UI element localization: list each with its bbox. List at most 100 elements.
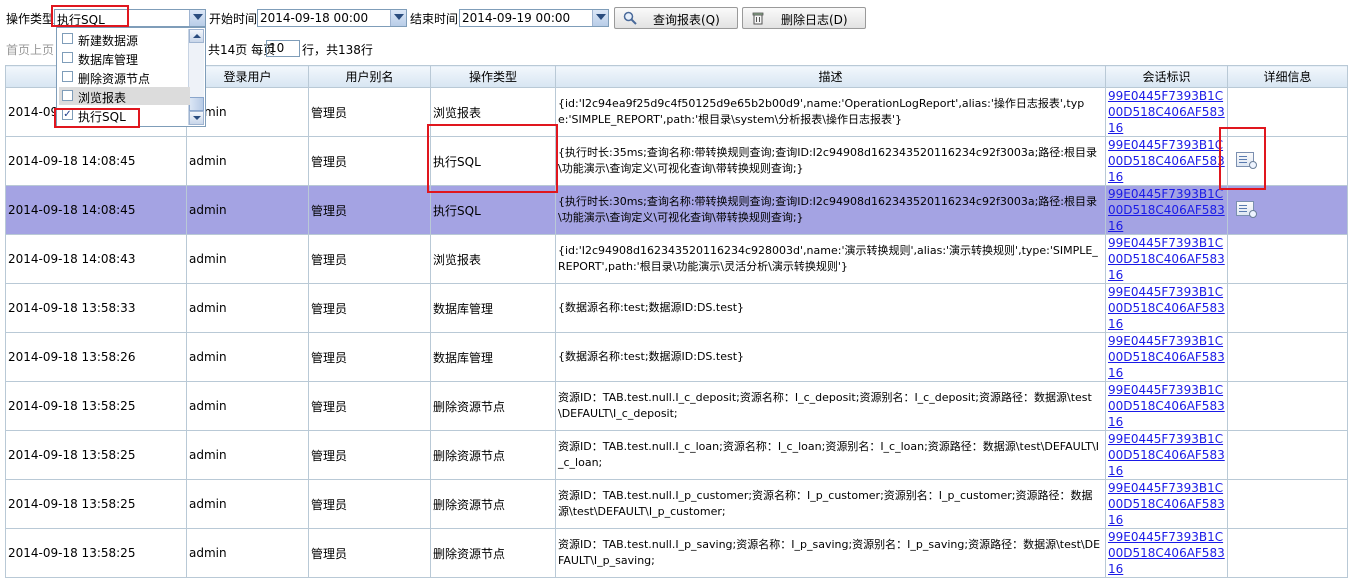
checkbox-icon[interactable] (62, 52, 73, 63)
session-id-link[interactable]: 99E0445F7393B1C00D518C406AF58316 (1105, 430, 1228, 480)
dropdown-item[interactable]: 浏览报表 (59, 87, 190, 105)
start-time-field[interactable]: 2014-09-18 00:00 (257, 9, 407, 27)
dropdown-scrollbar[interactable] (188, 29, 204, 125)
dropdown-item-label: 删除资源节点 (78, 72, 151, 86)
user-alias-cell: 管理员 (308, 528, 431, 578)
user-alias-cell: 管理员 (308, 185, 431, 235)
login-user-cell: admin (186, 332, 309, 382)
session-id-link[interactable]: 99E0445F7393B1C00D518C406AF58316 (1105, 283, 1228, 333)
table-row[interactable]: 2014-09-18 14:08:43 admin 管理员 浏览报表 {id:'I2c9… (5, 234, 1348, 284)
table-row[interactable]: 2014-09-18 13:58:25 admin 管理员 删除资源节点 资源ID：TA… (5, 430, 1348, 480)
op-type-cell: 删除资源节点 (430, 381, 556, 431)
dropdown-item[interactable]: 新建数据源 (59, 30, 190, 48)
chevron-down-icon[interactable] (592, 10, 608, 26)
user-alias-cell: 管理员 (308, 381, 431, 431)
op-type-cell: 数据库管理 (430, 283, 556, 333)
table-header-row: 时间 登录用户 用户别名 操作类型 描述 会话标识 详细信息 (5, 65, 1348, 88)
log-table: 时间 登录用户 用户别名 操作类型 描述 会话标识 详细信息 2014-09-1… (5, 65, 1348, 578)
header-session-id[interactable]: 会话标识 (1105, 65, 1228, 88)
table-row[interactable]: 2014-09-18 13:58:25 admin 管理员 删除资源节点 资源ID：TA… (5, 479, 1348, 529)
scroll-down-icon[interactable] (189, 111, 204, 125)
search-icon (623, 11, 637, 25)
query-report-label: 查询报表(Q) (653, 13, 720, 27)
login-user-cell: admin (186, 381, 309, 431)
op-type-cell: 浏览报表 (430, 87, 556, 137)
pager-total-pages: 共14页 (208, 43, 248, 57)
detail-view-icon[interactable] (1236, 201, 1257, 218)
end-time-field[interactable]: 2014-09-19 00:00 (459, 9, 609, 27)
detail-cell (1227, 87, 1348, 137)
dropdown-item-label: 执行SQL (78, 110, 126, 124)
user-alias-cell: 管理员 (308, 87, 431, 137)
op-type-select[interactable]: 执行SQL (54, 9, 206, 27)
table-row[interactable]: 2014-09-18 13:58:25 admin 管理员 删除资源节点 资源ID：TA… (5, 528, 1348, 578)
op-type-cell: 删除资源节点 (430, 528, 556, 578)
detail-cell (1227, 283, 1348, 333)
time-cell: 2014-09-18 14:08:45 (5, 185, 187, 235)
op-type-dropdown-list[interactable]: 新建数据源 数据库管理删除资源节点 浏览报表 ✓ 执行SQL (56, 27, 206, 127)
description-cell: 资源ID：TAB.test.null.I_p_customer;资源名称：I_p… (555, 479, 1106, 529)
start-time-label: 开始时间 (209, 12, 258, 26)
checkbox-checked-icon[interactable]: ✓ (62, 109, 73, 120)
session-id-link[interactable]: 99E0445F7393B1C00D518C406AF58316 (1105, 136, 1228, 186)
time-cell: 2014-09-18 13:58:33 (5, 283, 187, 333)
login-user-cell: admin (186, 185, 309, 235)
page-size-input[interactable]: 10 (266, 40, 300, 57)
session-id-link[interactable]: 99E0445F7393B1C00D518C406AF58316 (1105, 332, 1228, 382)
chevron-down-icon[interactable] (189, 10, 205, 26)
description-cell: 资源ID：TAB.test.null.I_c_deposit;资源名称：I_c_… (555, 381, 1106, 431)
end-time-label: 结束时间 (410, 12, 459, 26)
op-type-cell: 浏览报表 (430, 234, 556, 284)
dropdown-item[interactable]: 删除资源节点 (59, 68, 190, 86)
checkbox-icon[interactable] (62, 33, 73, 44)
pager-first-prev[interactable]: 首页上页 (6, 43, 54, 57)
header-description[interactable]: 描述 (555, 65, 1106, 88)
dropdown-item-label: 浏览报表 (78, 91, 127, 105)
detail-cell (1227, 381, 1348, 431)
login-user-cell: admin (186, 479, 309, 529)
session-id-link[interactable]: 99E0445F7393B1C00D518C406AF58316 (1105, 528, 1228, 578)
login-user-cell: admin (186, 136, 309, 186)
op-type-cell: 数据库管理 (430, 332, 556, 382)
description-cell: {id:'I2c94908d162343520116234c928003d',n… (555, 234, 1106, 284)
table-row[interactable]: 2014-09-18 14:08:45 admin 管理员 执行SQL {执行时长:35… (5, 136, 1348, 186)
dropdown-item[interactable]: 数据库管理 (59, 49, 190, 67)
user-alias-cell: 管理员 (308, 479, 431, 529)
query-report-button[interactable]: 查询报表(Q) (614, 7, 738, 29)
delete-log-button[interactable]: 删除日志(D) (742, 7, 866, 29)
user-alias-cell: 管理员 (308, 332, 431, 382)
session-id-link[interactable]: 99E0445F7393B1C00D518C406AF58316 (1105, 185, 1228, 235)
scroll-thumb[interactable] (189, 97, 204, 111)
time-cell: 2014-09-18 13:58:26 (5, 332, 187, 382)
description-cell: {执行时长:35ms;查询名称:带转换规则查询;查询ID:I2c94908d16… (555, 136, 1106, 186)
chevron-down-icon[interactable] (390, 10, 406, 26)
table-row[interactable]: 2014-09-18 14:08:45 admin 管理员 执行SQL {执行时长:30… (5, 185, 1348, 235)
header-user-alias[interactable]: 用户别名 (308, 65, 431, 88)
checkbox-icon[interactable] (62, 71, 73, 82)
detail-view-icon[interactable] (1236, 152, 1257, 169)
checkbox-icon[interactable] (62, 90, 73, 101)
session-id-link[interactable]: 99E0445F7393B1C00D518C406AF58316 (1105, 234, 1228, 284)
description-cell: 资源ID：TAB.test.null.I_c_loan;资源名称：I_c_loa… (555, 430, 1106, 480)
description-cell: {id:'I2c94ea9f25d9c4f50125d9e65b2b00d9',… (555, 87, 1106, 137)
detail-cell (1227, 430, 1348, 480)
dropdown-item[interactable]: ✓ 执行SQL (59, 106, 190, 124)
table-row[interactable]: 2014-09-18 13:58:25 admin 管理员 删除资源节点 资源ID：TA… (5, 381, 1348, 431)
scroll-up-icon[interactable] (189, 29, 204, 43)
description-cell: 资源ID：TAB.test.null.I_p_saving;资源名称：I_p_s… (555, 528, 1106, 578)
op-type-cell: 删除资源节点 (430, 430, 556, 480)
session-id-link[interactable]: 99E0445F7393B1C00D518C406AF58316 (1105, 381, 1228, 431)
header-op-type[interactable]: 操作类型 (430, 65, 556, 88)
header-detail[interactable]: 详细信息 (1227, 65, 1348, 88)
login-user-cell: admin (186, 430, 309, 480)
trash-icon (752, 12, 764, 25)
table-row[interactable]: 2014-09-18 13:58:26 admin 管理员 数据库管理 {数据源名称:t… (5, 332, 1348, 382)
table-row[interactable]: 2014-09-18 13:58:33 admin 管理员 数据库管理 {数据源名称:t… (5, 283, 1348, 333)
detail-cell (1227, 185, 1348, 235)
login-user-cell: admin (186, 234, 309, 284)
session-id-link[interactable]: 99E0445F7393B1C00D518C406AF58316 (1105, 87, 1228, 137)
login-user-cell: admin (186, 283, 309, 333)
session-id-link[interactable]: 99E0445F7393B1C00D518C406AF58316 (1105, 479, 1228, 529)
table-row[interactable]: 2014-09-18 14:08:47admin管理员浏览报表{id:'I2c9… (5, 87, 1348, 137)
user-alias-cell: 管理员 (308, 283, 431, 333)
